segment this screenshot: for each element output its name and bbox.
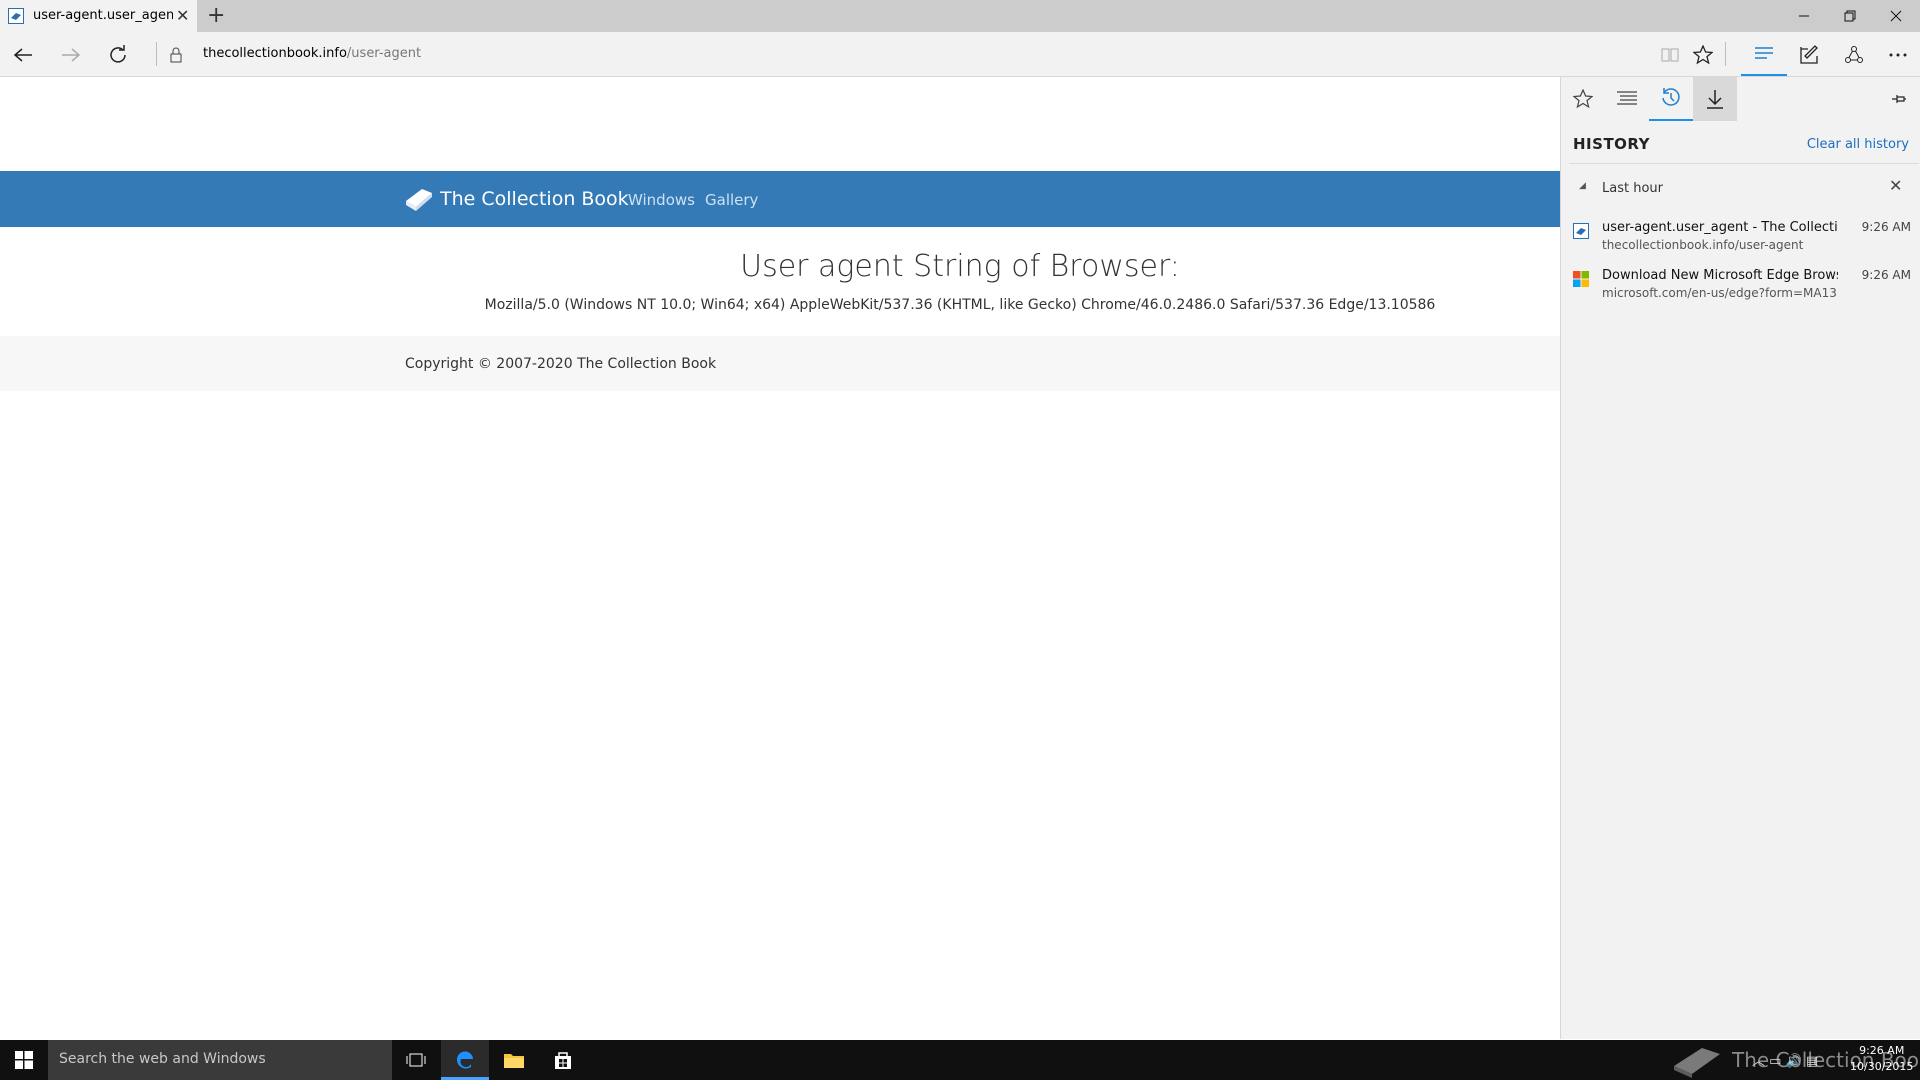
book-icon xyxy=(1661,48,1679,61)
pin-icon xyxy=(1892,95,1906,103)
hub-tab-history[interactable] xyxy=(1649,77,1693,121)
windows-logo-icon xyxy=(15,1051,33,1069)
address-domain: thecollectionbook.info xyxy=(203,46,347,61)
folder-icon xyxy=(504,1054,524,1068)
toolbar-divider xyxy=(156,42,157,66)
collection-book-favicon-icon xyxy=(8,8,24,24)
download-icon xyxy=(1707,90,1723,109)
page-footer: Copyright © 2007-2020 The Collection Boo… xyxy=(0,336,1560,391)
collection-book-favicon-icon xyxy=(1573,223,1589,239)
history-item[interactable]: Download New Microsoft Edge Browser | Mi… xyxy=(1561,265,1920,313)
history-item-time: 9:26 AM xyxy=(1861,268,1911,282)
clock-date: 10/30/2015 xyxy=(1850,1060,1914,1073)
pen-note-icon xyxy=(1800,44,1818,64)
reading-list-icon xyxy=(1617,91,1637,105)
refresh-icon xyxy=(110,44,126,63)
restore-button[interactable] xyxy=(1827,0,1873,32)
history-clock-icon xyxy=(1662,88,1680,106)
windows-taskbar: Search the web and Windows The Collectio… xyxy=(0,1040,1920,1080)
toolbar-divider-2 xyxy=(1725,42,1726,66)
clock-time: 9:26 AM xyxy=(1859,1044,1905,1057)
minimize-icon xyxy=(1799,15,1809,17)
action-center-icon[interactable]: ▤ xyxy=(1806,1054,1818,1069)
title-bar: user-agent.user_agent - ✕ + xyxy=(0,0,1920,32)
remove-group-close-icon[interactable]: ✕ xyxy=(1889,176,1902,195)
browser-toolbar: thecollectionbook.info/user-agent xyxy=(0,32,1920,77)
more-button[interactable] xyxy=(1883,32,1913,77)
hub-lines-icon xyxy=(1755,47,1773,59)
star-icon xyxy=(1693,44,1713,64)
hub-tab-reading-list[interactable] xyxy=(1605,77,1649,121)
taskbar-search-box[interactable]: Search the web and Windows xyxy=(48,1040,392,1080)
taskbar-store[interactable] xyxy=(539,1040,587,1080)
history-hub-panel: HISTORY Clear all history ◢ Last hour ✕ … xyxy=(1560,77,1920,1039)
site-brand[interactable]: The Collection Book xyxy=(440,188,629,210)
share-button[interactable] xyxy=(1839,32,1869,77)
history-item[interactable]: user-agent.user_agent - The Collection B… xyxy=(1561,217,1920,265)
copyright-text: Copyright © 2007-2020 The Collection Boo… xyxy=(405,356,717,372)
taskbar-clock[interactable]: 9:26 AM 10/30/2015 xyxy=(1850,1043,1913,1075)
new-tab-button[interactable]: + xyxy=(207,3,225,29)
start-button[interactable] xyxy=(0,1040,48,1080)
tab-close-icon[interactable]: ✕ xyxy=(176,6,189,26)
site-navbar: The Collection Book Windows Gallery xyxy=(0,171,1560,227)
task-view-button[interactable] xyxy=(392,1040,440,1080)
clear-all-history-link[interactable]: Clear all history xyxy=(1807,137,1909,152)
collapse-arrow-icon[interactable]: ◢ xyxy=(1579,181,1586,191)
tray-chevron-icon[interactable]: ︿ xyxy=(1752,1054,1765,1069)
hub-title: HISTORY xyxy=(1573,135,1651,153)
close-icon xyxy=(1890,10,1902,22)
microsoft-favicon-icon xyxy=(1573,271,1589,287)
hub-button[interactable] xyxy=(1741,32,1787,76)
favorite-button[interactable] xyxy=(1688,32,1718,77)
nav-link-gallery[interactable]: Gallery xyxy=(705,191,758,209)
taskbar-edge[interactable] xyxy=(441,1040,489,1080)
web-note-button[interactable] xyxy=(1794,32,1824,77)
taskbar-file-explorer[interactable] xyxy=(490,1040,538,1080)
history-group-label[interactable]: Last hour xyxy=(1602,181,1663,196)
nav-link-windows[interactable]: Windows xyxy=(628,191,695,209)
book-watermark-icon xyxy=(1674,1048,1720,1078)
restore-icon xyxy=(1844,10,1856,22)
reading-view-button[interactable] xyxy=(1655,32,1685,77)
refresh-button[interactable] xyxy=(103,32,133,77)
tab-title: user-agent.user_agent - xyxy=(33,8,173,23)
pin-pane-button[interactable] xyxy=(1877,77,1920,121)
history-item-title: user-agent.user_agent - The Collection B… xyxy=(1602,220,1838,235)
system-tray[interactable]: ︿ ▭ 🔊 ▤ xyxy=(1752,1050,1818,1069)
browser-tab[interactable]: user-agent.user_agent - ✕ xyxy=(0,0,197,32)
share-icon xyxy=(1845,45,1863,63)
minimize-button[interactable] xyxy=(1781,0,1827,32)
web-page: The Collection Book Windows Gallery User… xyxy=(0,77,1560,1039)
close-window-button[interactable] xyxy=(1873,0,1919,32)
store-bag-icon xyxy=(555,1052,571,1069)
lock-icon xyxy=(166,32,186,77)
star-icon xyxy=(1573,89,1593,109)
search-placeholder: Search the web and Windows xyxy=(59,1051,266,1067)
history-item-url: microsoft.com/en-us/edge?form=MA13DL xyxy=(1602,286,1838,300)
book-logo-icon xyxy=(406,189,432,211)
edge-icon xyxy=(456,1050,473,1069)
task-view-icon xyxy=(406,1053,426,1067)
hub-tab-favorites[interactable] xyxy=(1561,77,1605,121)
more-dots-icon xyxy=(1889,53,1907,56)
hub-divider xyxy=(1569,163,1919,164)
volume-icon[interactable]: 🔊 xyxy=(1786,1054,1802,1069)
address-bar[interactable]: thecollectionbook.info/user-agent xyxy=(203,46,421,61)
forward-button[interactable] xyxy=(56,32,86,77)
back-arrow-icon xyxy=(13,47,32,62)
network-icon[interactable]: ▭ xyxy=(1769,1054,1781,1069)
address-path: /user-agent xyxy=(346,46,422,61)
history-item-url: thecollectionbook.info/user-agent xyxy=(1602,238,1804,252)
forward-arrow-icon xyxy=(62,47,81,62)
hub-tab-downloads[interactable] xyxy=(1693,77,1737,121)
history-item-title: Download New Microsoft Edge Browser | Mi… xyxy=(1602,268,1838,283)
back-button[interactable] xyxy=(8,32,38,77)
history-item-time: 9:26 AM xyxy=(1861,220,1911,234)
